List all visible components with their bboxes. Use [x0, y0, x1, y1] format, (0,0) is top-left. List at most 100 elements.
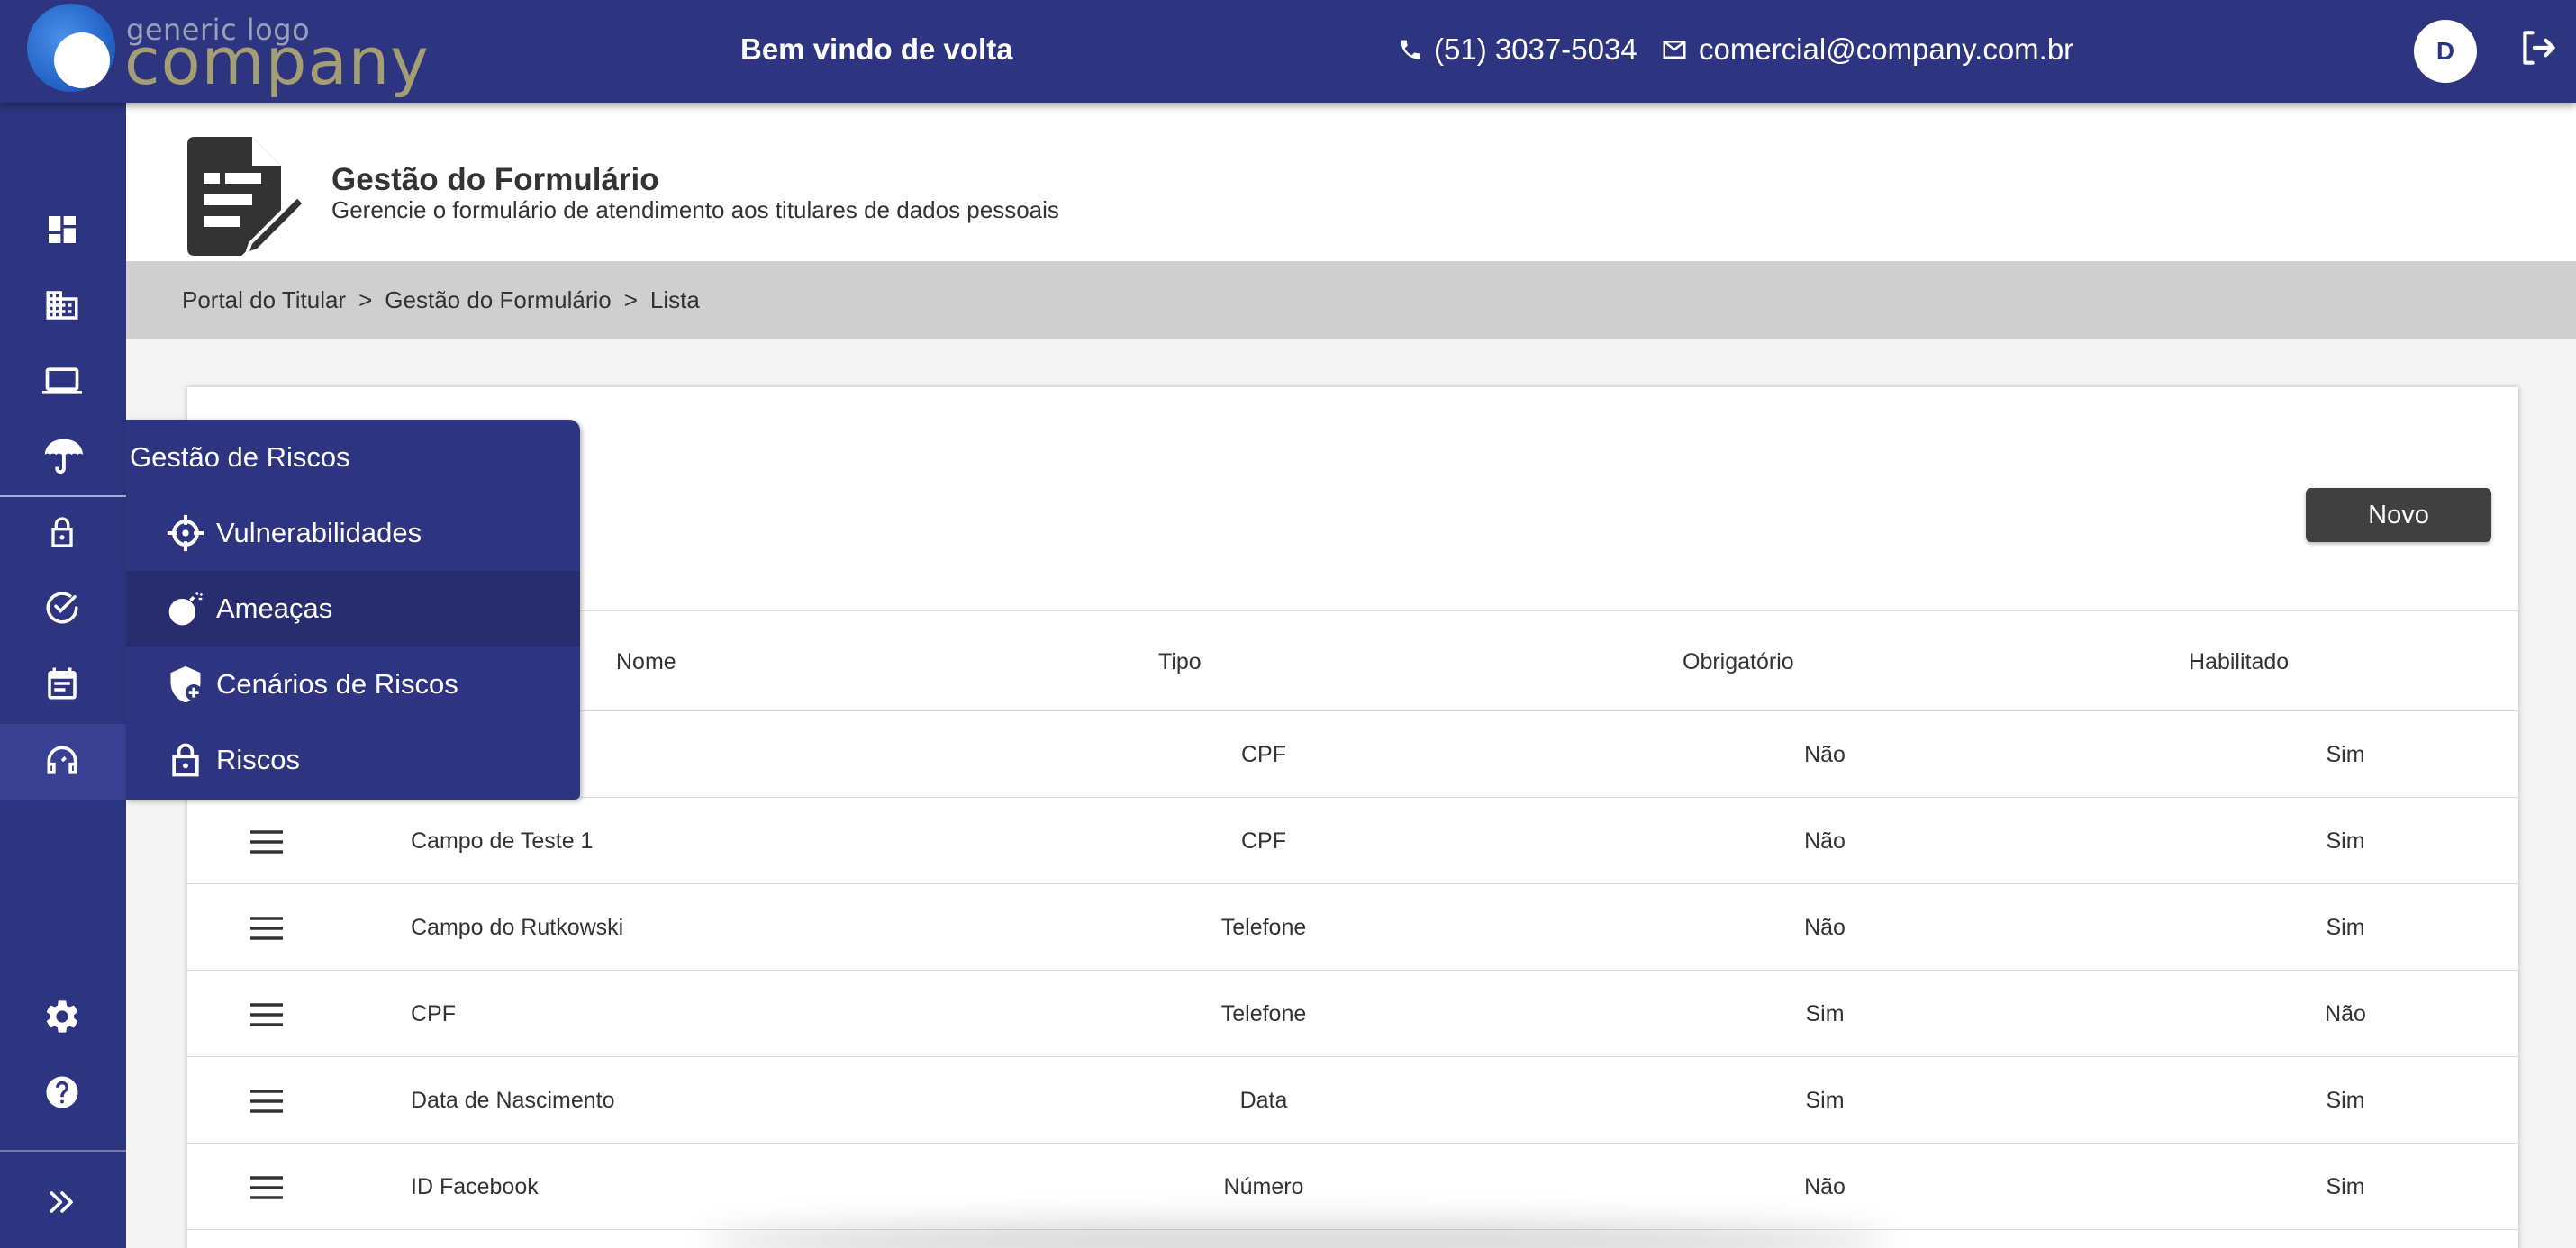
new-button[interactable]: Novo	[2306, 488, 2491, 542]
cell-type: Telefone	[1220, 915, 1307, 940]
cell-enabled: Não	[2325, 1001, 2366, 1026]
flyout-item-risk-scenarios[interactable]: Cenários de Riscos	[126, 647, 580, 722]
sidebar-item-compliance[interactable]	[40, 585, 85, 630]
shield-plus-icon	[170, 665, 203, 703]
crosshair-icon	[167, 514, 204, 552]
flyout-title: Gestão de Riscos	[130, 441, 350, 473]
cell-name: Campo de Teste 1	[411, 828, 594, 854]
cell-required: Não	[1804, 742, 1846, 767]
column-header-required[interactable]: Obrigatório	[1683, 649, 1794, 675]
cell-type: CPF	[1241, 828, 1286, 854]
mail-icon	[1663, 41, 1686, 59]
phone-number: (51) 3037-5034	[1434, 32, 1637, 66]
flyout-item-threats[interactable]: Ameaças	[126, 571, 580, 647]
lock-icon	[51, 517, 73, 547]
sidebar-item-calendar[interactable]	[40, 661, 85, 706]
page-subtitle: Gerencie o formulário de atendimento aos…	[331, 196, 1059, 223]
sidebar-item-help[interactable]	[40, 1070, 85, 1115]
company-logo[interactable]: generic logo company	[27, 4, 429, 99]
lock-icon	[172, 743, 199, 777]
table-row[interactable]: Campo do Rutkowski Telefone Não Sim	[187, 884, 2518, 971]
column-header-enabled[interactable]: Habilitado	[2189, 649, 2289, 675]
calendar-icon	[48, 667, 77, 700]
email-address: comercial@company.com.br	[1699, 32, 2074, 66]
sidebar-item-support[interactable]	[40, 738, 85, 783]
breadcrumb-item-form[interactable]: Gestão do Formulário	[385, 286, 611, 314]
cell-type: Número	[1223, 1174, 1304, 1199]
table-row[interactable]: Campo de Teste 1 CPF Não Sim	[187, 798, 2518, 884]
headset-icon	[47, 746, 77, 774]
sidebar-item-settings[interactable]	[40, 994, 85, 1039]
page-title: Gestão do Formulário	[331, 162, 659, 197]
bomb-icon	[168, 592, 204, 626]
top-header: generic logo company Bem vindo de volta …	[0, 0, 2576, 103]
cell-name: Campo do Rutkowski	[411, 915, 624, 940]
sidebar-divider	[0, 495, 126, 497]
welcome-text: Bem vindo de volta	[740, 32, 1013, 66]
risk-management-flyout: Gestão de Riscos Vulnerabilidades Ameaça…	[126, 420, 580, 800]
sidebar-expand-button[interactable]	[40, 1180, 85, 1225]
cell-enabled: Sim	[2326, 828, 2365, 854]
cell-enabled: Sim	[2326, 915, 2365, 940]
logo-wordmark: company	[124, 23, 430, 99]
cell-required: Sim	[1805, 1088, 1845, 1113]
logout-button[interactable]	[2516, 25, 2561, 70]
cell-required: Não	[1804, 1174, 1846, 1199]
table-row[interactable]: ID Facebook Número Não Sim	[187, 1144, 2518, 1230]
building-icon	[46, 291, 78, 320]
cell-required: Não	[1804, 828, 1846, 854]
logout-icon	[2523, 31, 2555, 65]
cell-enabled: Sim	[2326, 742, 2365, 767]
sidebar-item-company[interactable]	[40, 283, 85, 328]
breadcrumb-item-portal[interactable]: Portal do Titular	[182, 286, 346, 314]
cell-enabled: Sim	[2326, 1088, 2365, 1113]
column-header-type[interactable]: Tipo	[1158, 649, 1202, 675]
drag-handle-icon[interactable]	[249, 1001, 285, 1028]
column-header-name[interactable]: Nome	[616, 649, 676, 675]
cell-type: Data	[1239, 1088, 1288, 1113]
breadcrumb: Portal do Titular > Gestão do Formulário…	[126, 261, 2576, 339]
page-header: Gestão do Formulário Gerencie o formulár…	[126, 103, 2576, 261]
sidebar-item-assets[interactable]	[40, 358, 85, 403]
sidebar-item-risk-management[interactable]	[40, 434, 85, 479]
gear-icon	[46, 1000, 78, 1033]
cell-required: Sim	[1805, 1001, 1845, 1026]
flyout-item-label: Ameaças	[216, 592, 333, 624]
expand-icon	[50, 1191, 73, 1213]
cell-type: CPF	[1241, 742, 1286, 767]
cell-name: CPF	[411, 1001, 456, 1026]
dashboard-icon	[49, 216, 76, 243]
phone-icon	[1401, 40, 1420, 59]
cell-required: Não	[1804, 915, 1846, 940]
cell-enabled: Sim	[2326, 1174, 2365, 1199]
drag-handle-icon[interactable]	[249, 915, 285, 942]
table-row[interactable]: CPF Telefone Sim Não	[187, 971, 2518, 1057]
cell-name: Data de Nascimento	[411, 1088, 615, 1113]
help-icon	[46, 1076, 78, 1108]
sidebar-item-dashboard[interactable]	[40, 207, 85, 252]
cell-type: Telefone	[1220, 1001, 1307, 1026]
sidebar-bottom-divider	[0, 1150, 126, 1152]
table-row[interactable]: Data de Nascimento Data Sim Sim	[187, 1057, 2518, 1144]
drag-handle-icon[interactable]	[249, 1088, 285, 1115]
email-contact[interactable]: comercial@company.com.br	[1661, 32, 2073, 67]
flyout-item-risks[interactable]: Riscos	[126, 722, 580, 798]
flyout-item-label: Vulnerabilidades	[216, 517, 422, 548]
check-circle-icon	[46, 592, 78, 624]
form-document-icon	[187, 137, 307, 258]
breadcrumb-separator: >	[623, 285, 638, 313]
drag-handle-icon[interactable]	[249, 828, 285, 855]
sidebar-item-security[interactable]	[40, 510, 85, 555]
breadcrumb-separator: >	[358, 285, 373, 313]
phone-contact[interactable]: (51) 3037-5034	[1398, 32, 1637, 67]
drag-handle-icon[interactable]	[249, 1174, 285, 1201]
sidebar-nav	[0, 103, 126, 1248]
breadcrumb-item-list: Lista	[649, 285, 700, 313]
umbrella-icon	[44, 439, 83, 475]
cell-name: ID Facebook	[411, 1174, 539, 1199]
user-avatar[interactable]: D	[2414, 20, 2477, 83]
laptop-icon	[42, 367, 82, 394]
flyout-item-label: Riscos	[216, 744, 301, 775]
flyout-item-label: Cenários de Riscos	[216, 668, 458, 700]
flyout-item-vulnerabilities[interactable]: Vulnerabilidades	[126, 495, 580, 571]
